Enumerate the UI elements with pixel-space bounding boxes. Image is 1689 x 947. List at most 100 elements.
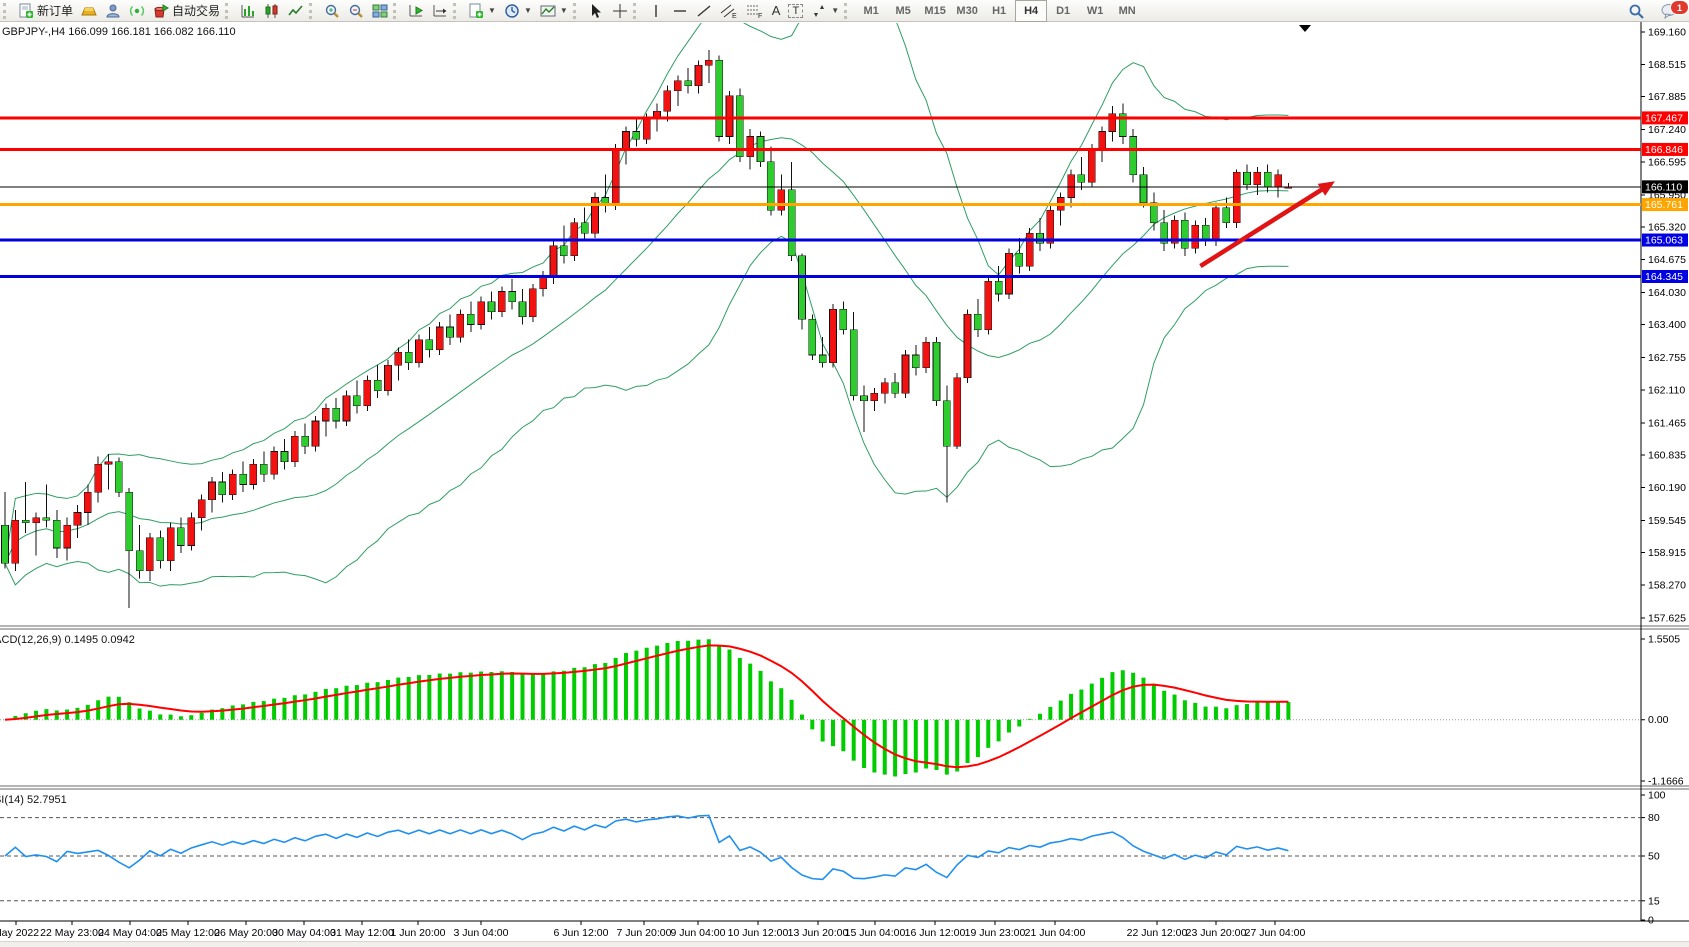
timeframe-mn[interactable]: MN	[1111, 0, 1143, 22]
new-order-button[interactable]: 新订单	[14, 0, 77, 22]
candle-body	[643, 119, 650, 139]
time-tick-label: 22 May 23:00	[40, 927, 104, 939]
candle-body	[736, 96, 743, 157]
text-icon: A	[772, 3, 781, 18]
line-chart-button[interactable]	[284, 0, 308, 22]
price-axis[interactable]: 169.160168.515167.885167.240166.595165.9…	[1641, 26, 1688, 926]
auto-scroll-button[interactable]	[404, 0, 428, 22]
candle-body	[1078, 175, 1085, 183]
price-tick-label: 158.270	[1648, 580, 1686, 592]
macd-panel[interactable]	[0, 639, 1641, 776]
text-label-button[interactable]: T	[784, 0, 807, 22]
trendline-button[interactable]	[692, 0, 716, 22]
auto-scroll-icon	[408, 3, 424, 19]
horizontal-line-button[interactable]	[668, 0, 692, 22]
notifications-button[interactable]: 1	[1657, 0, 1683, 22]
periods-button[interactable]: ▼	[500, 0, 536, 22]
autotrading-button[interactable]: 自动交易	[149, 0, 224, 22]
candle-body	[861, 396, 868, 401]
timeframe-h1[interactable]: H1	[983, 0, 1015, 22]
tile-windows-button[interactable]	[368, 0, 392, 22]
price-tick-label: 162.110	[1648, 385, 1685, 397]
person-icon	[105, 3, 121, 19]
candle-body	[416, 340, 423, 363]
toolbar-grip[interactable]	[225, 3, 233, 19]
timeframe-d1[interactable]: D1	[1047, 0, 1079, 22]
candle-body	[457, 314, 464, 337]
new-order-label: 新订单	[37, 2, 73, 19]
price-tick-label: 164.030	[1648, 287, 1686, 299]
toolbar-grip[interactable]	[453, 3, 461, 19]
candle-body	[333, 408, 340, 421]
candle-body	[509, 291, 516, 301]
candle-body	[1099, 131, 1106, 149]
candle-body	[1181, 220, 1188, 248]
tile-windows-icon	[372, 3, 388, 19]
candle-body	[560, 246, 567, 256]
toolbar-grip[interactable]	[309, 3, 317, 19]
candle-body	[974, 314, 981, 329]
candle-body	[84, 492, 91, 512]
chart-canvas[interactable]: 169.160168.515167.885167.240166.595165.9…	[0, 22, 1689, 947]
candle-body	[1140, 175, 1147, 203]
price-tick-label: 165.320	[1648, 221, 1686, 233]
arrows-tool-button[interactable]: ▼	[807, 0, 843, 22]
fibonacci-button[interactable]: F	[742, 0, 768, 22]
svg-text:F: F	[758, 13, 762, 19]
candle-body	[1212, 208, 1219, 241]
text-label-icon: T	[788, 4, 803, 18]
signals-button[interactable]	[125, 0, 149, 22]
time-axis[interactable]: May 202222 May 23:0024 May 04:0025 May 1…	[0, 921, 1306, 939]
candle-body	[64, 525, 71, 548]
candle-body	[788, 190, 795, 256]
candle-body	[74, 512, 81, 525]
rsi-panel[interactable]	[0, 815, 1641, 900]
price-tick-label: 159.545	[1648, 515, 1686, 527]
toolbar-grip[interactable]	[633, 3, 641, 19]
candle-body	[995, 281, 1002, 294]
chevron-down-icon: ▼	[831, 6, 839, 15]
search-button[interactable]	[1624, 0, 1649, 22]
timeframe-h4[interactable]: H4	[1015, 0, 1047, 22]
chart-profile-button[interactable]: ▼	[536, 0, 572, 22]
line-chart-icon	[288, 3, 304, 19]
candle-body	[1005, 253, 1012, 294]
clock-icon	[504, 3, 520, 19]
candle-body	[912, 355, 919, 368]
gold-ingot-button[interactable]	[77, 0, 101, 22]
timeframe-m5[interactable]: M5	[887, 0, 919, 22]
status-strip	[0, 941, 1689, 947]
new-chart-button[interactable]: ▼	[464, 0, 500, 22]
candle-body	[353, 396, 360, 406]
chart-shift-button[interactable]	[428, 0, 452, 22]
candle-body	[529, 289, 536, 317]
timeframe-m1[interactable]: M1	[855, 0, 887, 22]
candlesticks-chart-button[interactable]	[260, 0, 284, 22]
toolbar-grip[interactable]	[573, 3, 581, 19]
candle-body	[240, 474, 247, 484]
timeframe-m15[interactable]: M15	[919, 0, 951, 22]
candle-body	[209, 482, 216, 500]
zoom-in-button[interactable]	[320, 0, 344, 22]
person-button[interactable]	[101, 0, 125, 22]
crosshair-button[interactable]	[608, 0, 632, 22]
bars-chart-button[interactable]	[236, 0, 260, 22]
toolbar-grip[interactable]	[3, 3, 11, 19]
time-tick-label: 25 May 12:00	[156, 927, 220, 939]
chart-shift-marker[interactable]	[1299, 25, 1311, 32]
candle-body	[612, 149, 619, 205]
vertical-line-button[interactable]	[644, 0, 668, 22]
cursor-button[interactable]	[584, 0, 608, 22]
timeframe-m30[interactable]: M30	[951, 0, 983, 22]
equidistant-channel-button[interactable]: E	[716, 0, 742, 22]
rsi-line	[5, 815, 1288, 879]
time-tick-label: 6 Jun 12:00	[554, 927, 609, 939]
candle-body	[281, 452, 288, 462]
main-chart-plot[interactable]	[0, 22, 1641, 608]
zoom-out-button[interactable]	[344, 0, 368, 22]
toolbar-grip[interactable]	[393, 3, 401, 19]
text-button[interactable]: A	[768, 0, 785, 22]
candle-body	[1264, 172, 1271, 187]
timeframe-w1[interactable]: W1	[1079, 0, 1111, 22]
toolbar-grip[interactable]	[844, 3, 852, 19]
